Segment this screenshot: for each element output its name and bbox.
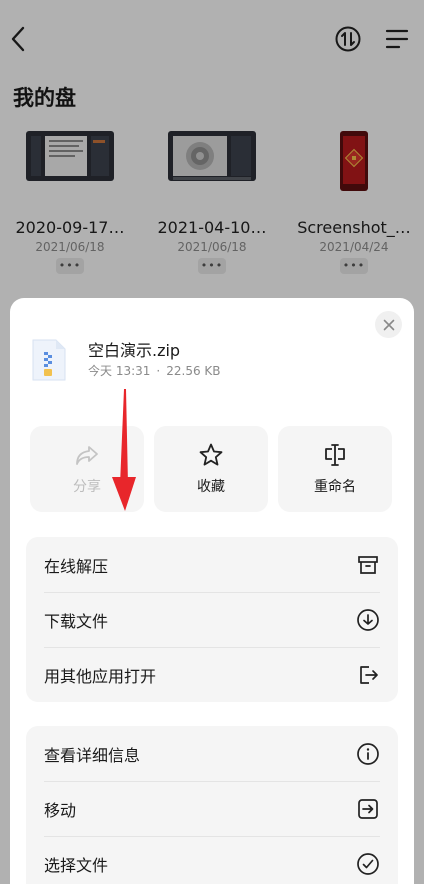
favorite-label: 收藏 xyxy=(197,479,225,495)
menu-item-details[interactable]: 查看详细信息 xyxy=(26,726,398,781)
share-icon xyxy=(76,446,98,465)
file-action-sheet: 空白演示.zip 今天 13:31 · 22.56 KB 分享 收藏 重命名 在线解… xyxy=(10,298,414,884)
file-size: 22.56 KB xyxy=(166,364,221,378)
archive-icon xyxy=(358,555,378,574)
select-icon xyxy=(357,852,379,875)
sheet-file-name: 空白演示.zip xyxy=(88,341,181,360)
menu-item-label: 用其他应用打开 xyxy=(44,666,157,686)
share-button[interactable]: 分享 xyxy=(30,426,144,512)
open-with-icon xyxy=(360,665,378,684)
file-options-group: 在线解压 下载文件 用其他应用打开 xyxy=(26,537,398,702)
download-icon xyxy=(357,608,379,631)
move-icon xyxy=(358,798,378,819)
rename-button[interactable]: 重命名 xyxy=(278,426,392,512)
menu-item-select[interactable]: 选择文件 xyxy=(26,836,398,884)
file-time: 今天 13:31 xyxy=(88,364,151,378)
favorite-button[interactable]: 收藏 xyxy=(154,426,268,512)
menu-item-label: 选择文件 xyxy=(44,855,109,875)
rename-label: 重命名 xyxy=(314,479,356,495)
menu-item-download[interactable]: 下载文件 xyxy=(26,592,398,647)
close-icon xyxy=(383,319,394,330)
sheet-file-meta: 今天 13:31 · 22.56 KB xyxy=(88,362,221,379)
rename-icon xyxy=(325,444,345,466)
file-info-group: 查看详细信息 移动 选择文件 xyxy=(26,726,398,884)
menu-item-label: 移动 xyxy=(44,800,77,820)
menu-item-label: 下载文件 xyxy=(44,611,109,631)
meta-separator: · xyxy=(156,364,161,378)
menu-item-label: 查看详细信息 xyxy=(44,745,141,765)
menu-item-open-with[interactable]: 用其他应用打开 xyxy=(26,647,398,702)
close-button[interactable] xyxy=(375,311,402,338)
menu-item-label: 在线解压 xyxy=(44,556,109,576)
info-icon xyxy=(357,742,379,765)
menu-item-move[interactable]: 移动 xyxy=(26,781,398,836)
menu-item-extract-online[interactable]: 在线解压 xyxy=(26,537,398,592)
star-icon xyxy=(199,443,223,466)
zip-file-icon xyxy=(32,339,66,381)
share-label: 分享 xyxy=(73,479,101,495)
